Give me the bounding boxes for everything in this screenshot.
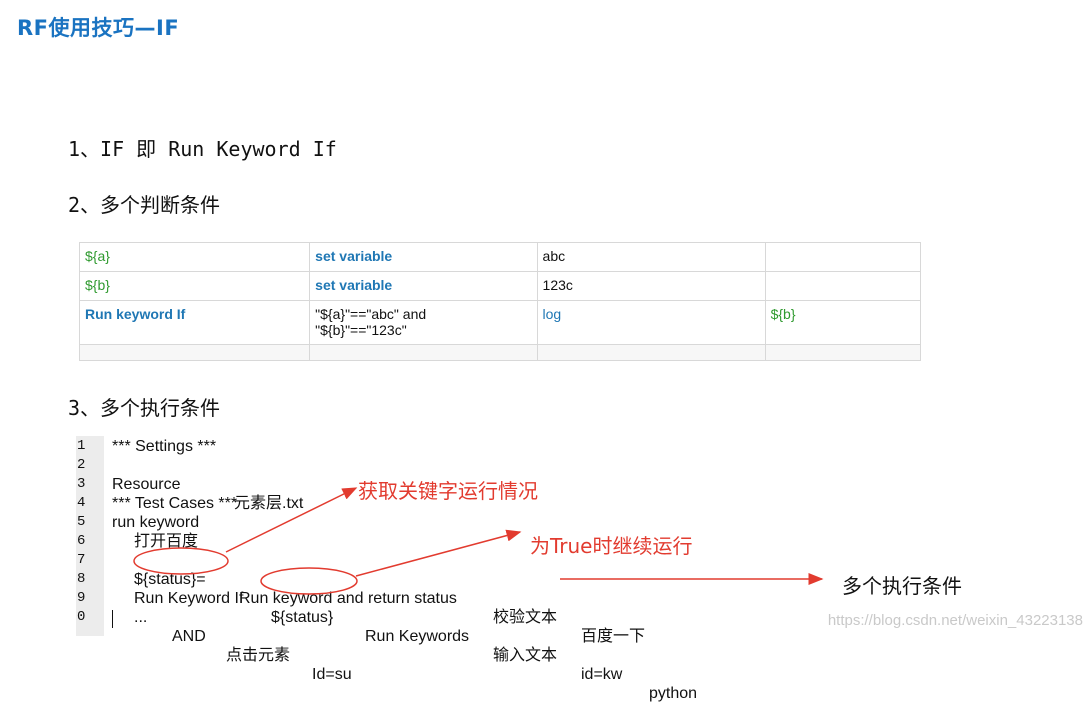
- annotation-multiple-actions: 多个执行条件: [842, 574, 962, 598]
- arrow-to-note2: [355, 529, 522, 577]
- arrow-to-note1: [225, 487, 358, 553]
- watermark: https://blog.csdn.net/weixin_43223138: [827, 612, 1083, 629]
- annotation-get-status: 获取关键字运行情况: [358, 479, 538, 503]
- code-token: python: [649, 685, 698, 702]
- code-token: 输入文本: [493, 647, 558, 664]
- code-token: Id=su: [312, 666, 352, 683]
- code-token: id=kw: [581, 666, 623, 683]
- status-condition-ellipse: [260, 567, 358, 595]
- status-highlight-ellipse: [133, 547, 229, 575]
- annotation-continue-when-true: 为True时继续运行: [530, 534, 693, 558]
- code-token: 点击元素: [226, 647, 291, 664]
